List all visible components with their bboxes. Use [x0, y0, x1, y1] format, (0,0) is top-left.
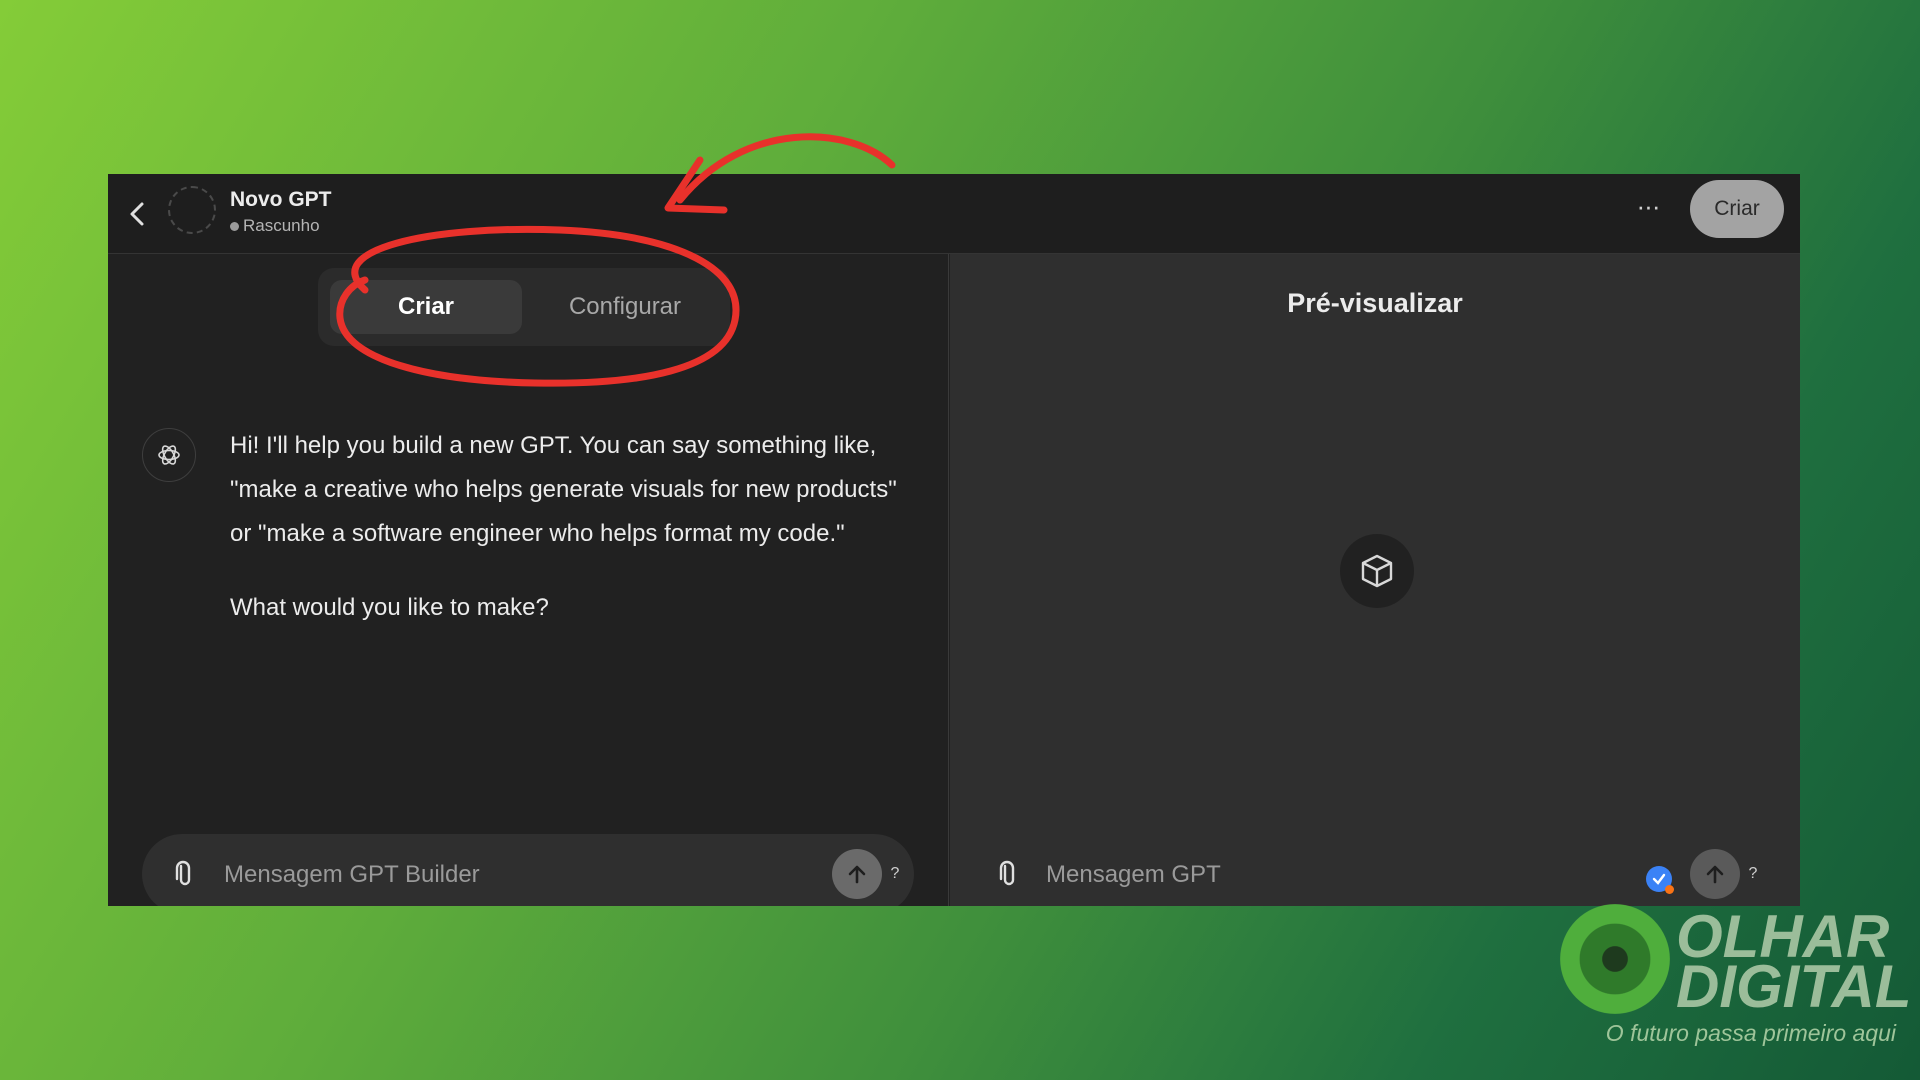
gpt-avatar[interactable] — [168, 186, 216, 234]
create-button[interactable]: Criar — [1690, 180, 1784, 238]
preview-message-input[interactable] — [1044, 852, 1588, 898]
paperclip-icon[interactable] — [996, 859, 1022, 889]
verified-badge-icon — [1646, 866, 1674, 894]
message-paragraph: What would you like to make? — [230, 594, 549, 621]
message-paragraph: Hi! I'll help you build a new GPT. You c… — [230, 432, 897, 547]
mode-tabs: Criar Configurar — [318, 268, 730, 346]
more-options-button[interactable]: ··· — [1622, 190, 1674, 230]
paperclip-icon[interactable] — [172, 859, 198, 889]
builder-message-box: ? — [142, 834, 914, 906]
logo-tagline: O futuro passa primeiro aqui — [1605, 1020, 1896, 1046]
eye-logo-icon — [1560, 904, 1670, 1014]
gpt-name: Novo GPT — [230, 188, 332, 211]
top-bar: Novo GPT Rascunho ··· Criar — [108, 174, 1800, 254]
send-arrow-icon — [848, 865, 866, 884]
olhar-digital-logo: OLHAR DIGITAL O futuro passa primeiro aq… — [1556, 904, 1912, 1054]
status-label: Rascunho — [243, 216, 320, 235]
preview-panel: Pré-visualizar ? — [950, 254, 1800, 906]
assistant-message: Hi! I'll help you build a new GPT. You c… — [230, 424, 920, 660]
help-button[interactable]: ? — [880, 859, 910, 889]
preview-title: Pré-visualizar — [1287, 288, 1463, 318]
gpt-builder-window: Novo GPT Rascunho ··· Criar Criar Config… — [108, 174, 1800, 906]
logo-word-digital: DIGITAL — [1676, 953, 1912, 1020]
preview-message-box: ? — [970, 834, 1780, 906]
back-button[interactable] — [122, 196, 154, 232]
tab-configurar[interactable]: Configurar — [532, 280, 718, 334]
gpt-status: Rascunho — [230, 216, 320, 236]
preview-help-button[interactable]: ? — [1738, 859, 1768, 889]
preview-send-button[interactable] — [1690, 849, 1740, 899]
send-button[interactable] — [832, 849, 882, 899]
status-dot — [230, 221, 239, 231]
builder-panel: Criar Configurar Hi! I'll help you build… — [108, 254, 949, 906]
tab-criar[interactable]: Criar — [330, 280, 522, 334]
openai-logo-icon — [142, 428, 196, 482]
builder-message-input[interactable] — [222, 852, 786, 898]
send-arrow-icon — [1706, 865, 1724, 884]
cube-icon — [1340, 534, 1414, 608]
notification-dot — [1665, 885, 1674, 894]
chevron-left-icon — [130, 202, 144, 226]
